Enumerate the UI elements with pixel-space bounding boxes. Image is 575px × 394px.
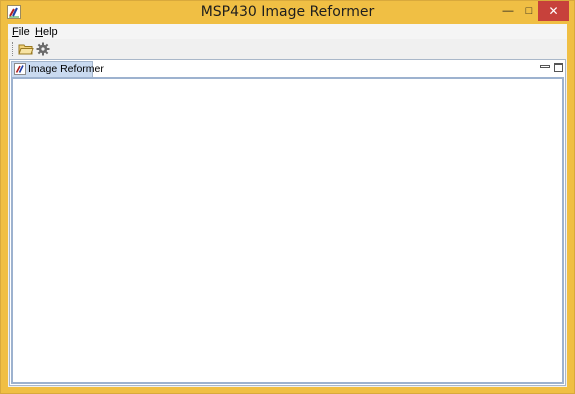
- menu-file-label: ile: [18, 26, 30, 38]
- menu-bar: File Help: [8, 24, 567, 39]
- panel-minimize-button[interactable]: [540, 62, 550, 70]
- menu-file[interactable]: File: [12, 26, 30, 38]
- tab-image-reformer[interactable]: Image Reformer: [11, 61, 104, 77]
- toolbar: [8, 39, 567, 59]
- app-window: MSP430 Image Reformer — □ ✕ File Help Im…: [0, 0, 575, 394]
- menu-help[interactable]: Help: [35, 26, 58, 38]
- tab-label: Image Reformer: [28, 63, 104, 75]
- gear-icon-graphic: [36, 42, 50, 56]
- maximize-button[interactable]: □: [521, 1, 537, 21]
- tab-brush-icon-graphic: [15, 65, 24, 73]
- image-reformer-panel: Image Reformer: [9, 59, 566, 386]
- toolbar-grip[interactable]: [12, 42, 14, 56]
- open-folder-icon[interactable]: [18, 42, 34, 56]
- menu-file-mnemonic: F: [12, 26, 19, 38]
- panel-content: [11, 77, 564, 384]
- gear-icon[interactable]: [36, 42, 50, 56]
- open-folder-icon-graphic: [18, 44, 34, 55]
- client-area: File Help Image Reformer: [8, 24, 567, 387]
- panel-maximize-button[interactable]: [554, 63, 563, 72]
- close-button[interactable]: ✕: [538, 1, 569, 21]
- app-brush-icon: [14, 63, 26, 75]
- minimize-button[interactable]: —: [495, 1, 521, 21]
- title-bar[interactable]: MSP430 Image Reformer — □ ✕: [1, 1, 574, 23]
- minimize-icon: [540, 65, 550, 68]
- menu-help-mnemonic: H: [35, 26, 43, 38]
- menu-help-label: elp: [42, 26, 58, 38]
- window-title: MSP430 Image Reformer: [200, 4, 375, 20]
